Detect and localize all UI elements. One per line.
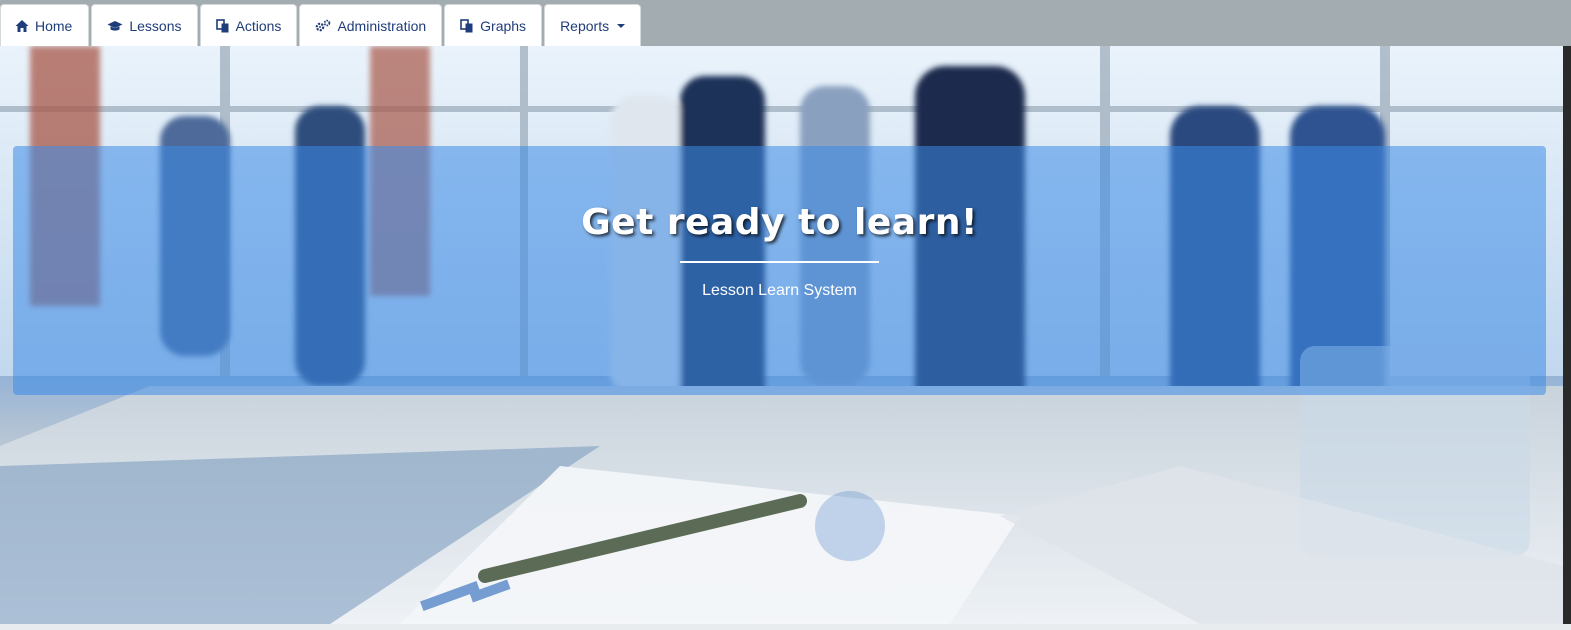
caption-box: Get ready to learn! Lesson Learn System bbox=[13, 146, 1546, 395]
copy-icon bbox=[460, 18, 474, 33]
tab-administration[interactable]: Administration bbox=[299, 4, 443, 46]
graduation-cap-icon bbox=[107, 19, 123, 33]
hero-banner: Get ready to learn! Lesson Learn System bbox=[0, 46, 1563, 624]
caret-down-icon bbox=[617, 23, 626, 28]
page-bottom-edge bbox=[0, 624, 1571, 630]
home-icon bbox=[15, 19, 29, 33]
hero-subtitle: Lesson Learn System bbox=[702, 282, 857, 299]
tab-reports[interactable]: Reports bbox=[544, 4, 642, 46]
top-navbar: Home Lessons Actions Administration Grap… bbox=[0, 0, 1571, 46]
tab-graphs[interactable]: Graphs bbox=[444, 4, 543, 46]
tab-home[interactable]: Home bbox=[0, 4, 90, 46]
hero-title: Get ready to learn! bbox=[581, 202, 978, 243]
tab-home-label: Home bbox=[35, 17, 73, 34]
scrollbar-edge bbox=[1563, 46, 1571, 624]
tab-graphs-label: Graphs bbox=[480, 17, 527, 34]
title-divider bbox=[680, 261, 879, 263]
cogs-icon bbox=[315, 19, 331, 33]
tab-lessons-label: Lessons bbox=[129, 17, 182, 34]
tab-actions[interactable]: Actions bbox=[199, 4, 298, 46]
tab-actions-label: Actions bbox=[235, 17, 282, 34]
tab-lessons[interactable]: Lessons bbox=[91, 4, 198, 46]
tab-administration-label: Administration bbox=[337, 17, 427, 34]
copy-icon bbox=[215, 18, 230, 33]
nav-tabs: Home Lessons Actions Administration Grap… bbox=[0, 4, 643, 46]
tab-reports-label: Reports bbox=[560, 17, 610, 34]
